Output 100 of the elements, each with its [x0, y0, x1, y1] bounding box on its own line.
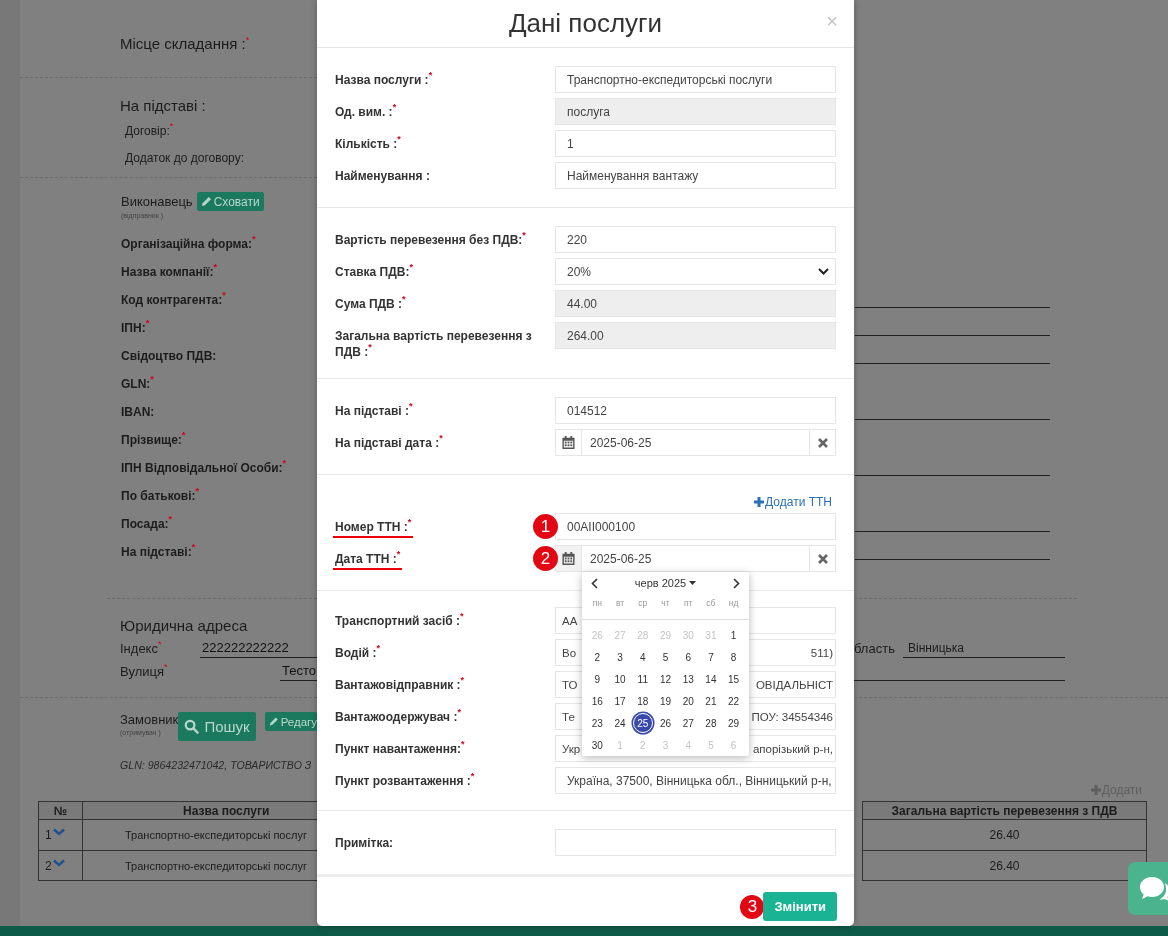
calendar-day[interactable]: 29 — [723, 713, 744, 733]
text-field[interactable]: 00AII000100 — [555, 513, 836, 540]
calendar-day[interactable]: 1 — [723, 625, 744, 645]
step-badge: 3 — [740, 894, 765, 919]
calendar-day[interactable]: 20 — [678, 691, 699, 711]
calendar-day[interactable]: 22 — [723, 691, 744, 711]
calendar-day[interactable]: 12 — [655, 669, 676, 689]
field-label: Дата ТТН :$^{*}$ — [333, 551, 403, 570]
section-title: На підставі : — [120, 96, 207, 116]
calendar-day[interactable]: 5 — [655, 647, 676, 667]
add-ttn-link[interactable]: Додати ТТН — [754, 494, 832, 510]
weekday-label: чт — [660, 598, 671, 608]
field-label: Індекс$^{*}$ — [120, 640, 163, 656]
text-field[interactable]: 1 — [555, 130, 836, 157]
calendar-day[interactable]: 14 — [700, 669, 721, 689]
calendar-button[interactable] — [555, 545, 582, 572]
calendar-day[interactable]: 11 — [632, 669, 653, 689]
field-label: Додаток до договору: — [125, 150, 245, 167]
calendar-day[interactable]: 24 — [610, 713, 631, 733]
text-field[interactable]: 014512 — [555, 397, 836, 424]
calendar-day[interactable]: 26 — [655, 713, 676, 733]
field-label: IBAN: — [120, 404, 156, 421]
calendar-day[interactable]: 30 — [587, 735, 608, 755]
text-field[interactable]: Транспортно-експедиторські послуги — [555, 66, 836, 93]
calendar-day[interactable]: 23 — [587, 713, 608, 733]
calendar-day[interactable]: 25 — [632, 713, 653, 733]
field-label: На підставі :$^{*}$ — [335, 404, 413, 418]
column-header: Загальна вартість перевезення з ПДВ — [862, 801, 1147, 820]
date-field[interactable]: 2025-06-25 — [582, 429, 809, 456]
field-label: На підставі:$^{*}$ — [120, 541, 197, 561]
calendar-day[interactable]: 13 — [678, 669, 699, 689]
calendar-day[interactable]: 15 — [723, 669, 744, 689]
row-number: 1 — [45, 828, 52, 842]
chat-button[interactable] — [1128, 862, 1168, 915]
section-title: Виконавець — [121, 194, 193, 209]
clear-button[interactable] — [809, 429, 836, 456]
pencil-icon — [200, 196, 212, 207]
field-label: Свідоцтво ПДВ: — [120, 348, 218, 365]
calendar-day[interactable]: 18 — [632, 691, 653, 711]
table-cell: 26.40 — [862, 819, 1147, 851]
text-field[interactable]: 44.00 — [555, 290, 836, 317]
field-label: Вантажовідправник :$^{*}$ — [335, 678, 465, 692]
select-field[interactable]: 20% — [555, 258, 836, 285]
field-label: По батькові:$^{*}$ — [120, 485, 201, 505]
plus-icon — [1090, 785, 1101, 795]
calendar-day[interactable]: 10 — [610, 669, 631, 689]
field-label: Організаційна форма:$^{*}$ — [120, 233, 257, 253]
text-field[interactable]: Україна, 37500, Вінницька обл., Вінницький р-н, — [555, 767, 836, 794]
field-label: GLN:$^{*}$ — [120, 373, 155, 393]
field-label: Пункт розвантаження :$^{*}$ — [335, 774, 475, 788]
weekday-label: вт — [614, 598, 626, 608]
field-label: Ставка ПДВ:$^{*}$ — [335, 265, 413, 279]
clear-icon[interactable] — [817, 553, 828, 564]
calendar-day[interactable]: 19 — [655, 691, 676, 711]
calendar-day[interactable]: 16 — [587, 691, 608, 711]
chevron-left-icon[interactable] — [591, 577, 598, 589]
calendar-day[interactable]: 9 — [587, 669, 608, 689]
calendar-day[interactable]: 17 — [610, 691, 631, 711]
text-field[interactable]: Вінницька — [903, 638, 1065, 658]
chevron-down-icon — [818, 268, 829, 275]
text-field[interactable]: 264.00 — [555, 322, 836, 349]
calendar-day[interactable]: 21 — [700, 691, 721, 711]
section-title: Замовник — [120, 712, 178, 728]
step-badge: 2 — [533, 546, 558, 571]
field-label: бласть — [854, 640, 896, 656]
field-label: Код контрагента:$^{*}$ — [120, 289, 227, 309]
calendar-day[interactable]: 4 — [632, 647, 653, 667]
text-field[interactable]: 220 — [555, 226, 836, 253]
clear-icon[interactable] — [817, 437, 828, 448]
customer-summary: GLN: 9864232471042, ТОВАРИСТВО З — [120, 758, 313, 773]
calendar-day[interactable]: 27 — [678, 713, 699, 733]
chevron-right-icon[interactable] — [733, 577, 740, 589]
calendar-day[interactable]: 3 — [610, 647, 631, 667]
calendar-day[interactable]: 8 — [723, 647, 744, 667]
pencil-icon — [269, 716, 279, 727]
plus-icon — [754, 497, 765, 507]
calendar-day[interactable]: 6 — [678, 647, 699, 667]
calendar-day[interactable]: 2 — [587, 647, 608, 667]
hide-button[interactable]: Сховати — [196, 192, 264, 211]
field-label: Пункт навантаження:$^{*}$ — [335, 742, 465, 756]
calendar-icon — [562, 436, 575, 449]
text-field[interactable]: Найменування вантажу — [555, 162, 836, 189]
dialog-title: Дані послуги — [508, 8, 663, 39]
text-field[interactable]: послуга — [555, 98, 836, 125]
field-label: Договір:$^{*}$ — [125, 122, 175, 140]
month-select[interactable]: черв 2025 — [634, 577, 697, 589]
field-label: На підставі дата :$^{*}$ — [335, 436, 443, 450]
field-label: Вулиця$^{*}$ — [120, 663, 169, 679]
calendar-day[interactable]: 28 — [700, 713, 721, 733]
calendar-day[interactable]: 7 — [700, 647, 721, 667]
field-label: ІПН Відповідальної Особи:$^{*}$ — [120, 457, 288, 477]
search-icon — [184, 719, 200, 734]
field-label: Водій :$^{*}$ — [335, 646, 380, 660]
field-label: Загальна вартість перевезення з ПДВ :$^{*}$ — [335, 329, 532, 359]
date-field[interactable]: 2025-06-25 — [582, 545, 809, 572]
clear-button[interactable] — [809, 545, 836, 572]
field-label: Вартість перевезення без ПДВ:$^{*}$ — [335, 233, 526, 247]
calendar-icon — [562, 552, 575, 565]
weekday-label: пн — [591, 598, 603, 608]
calendar-button[interactable] — [555, 429, 582, 456]
